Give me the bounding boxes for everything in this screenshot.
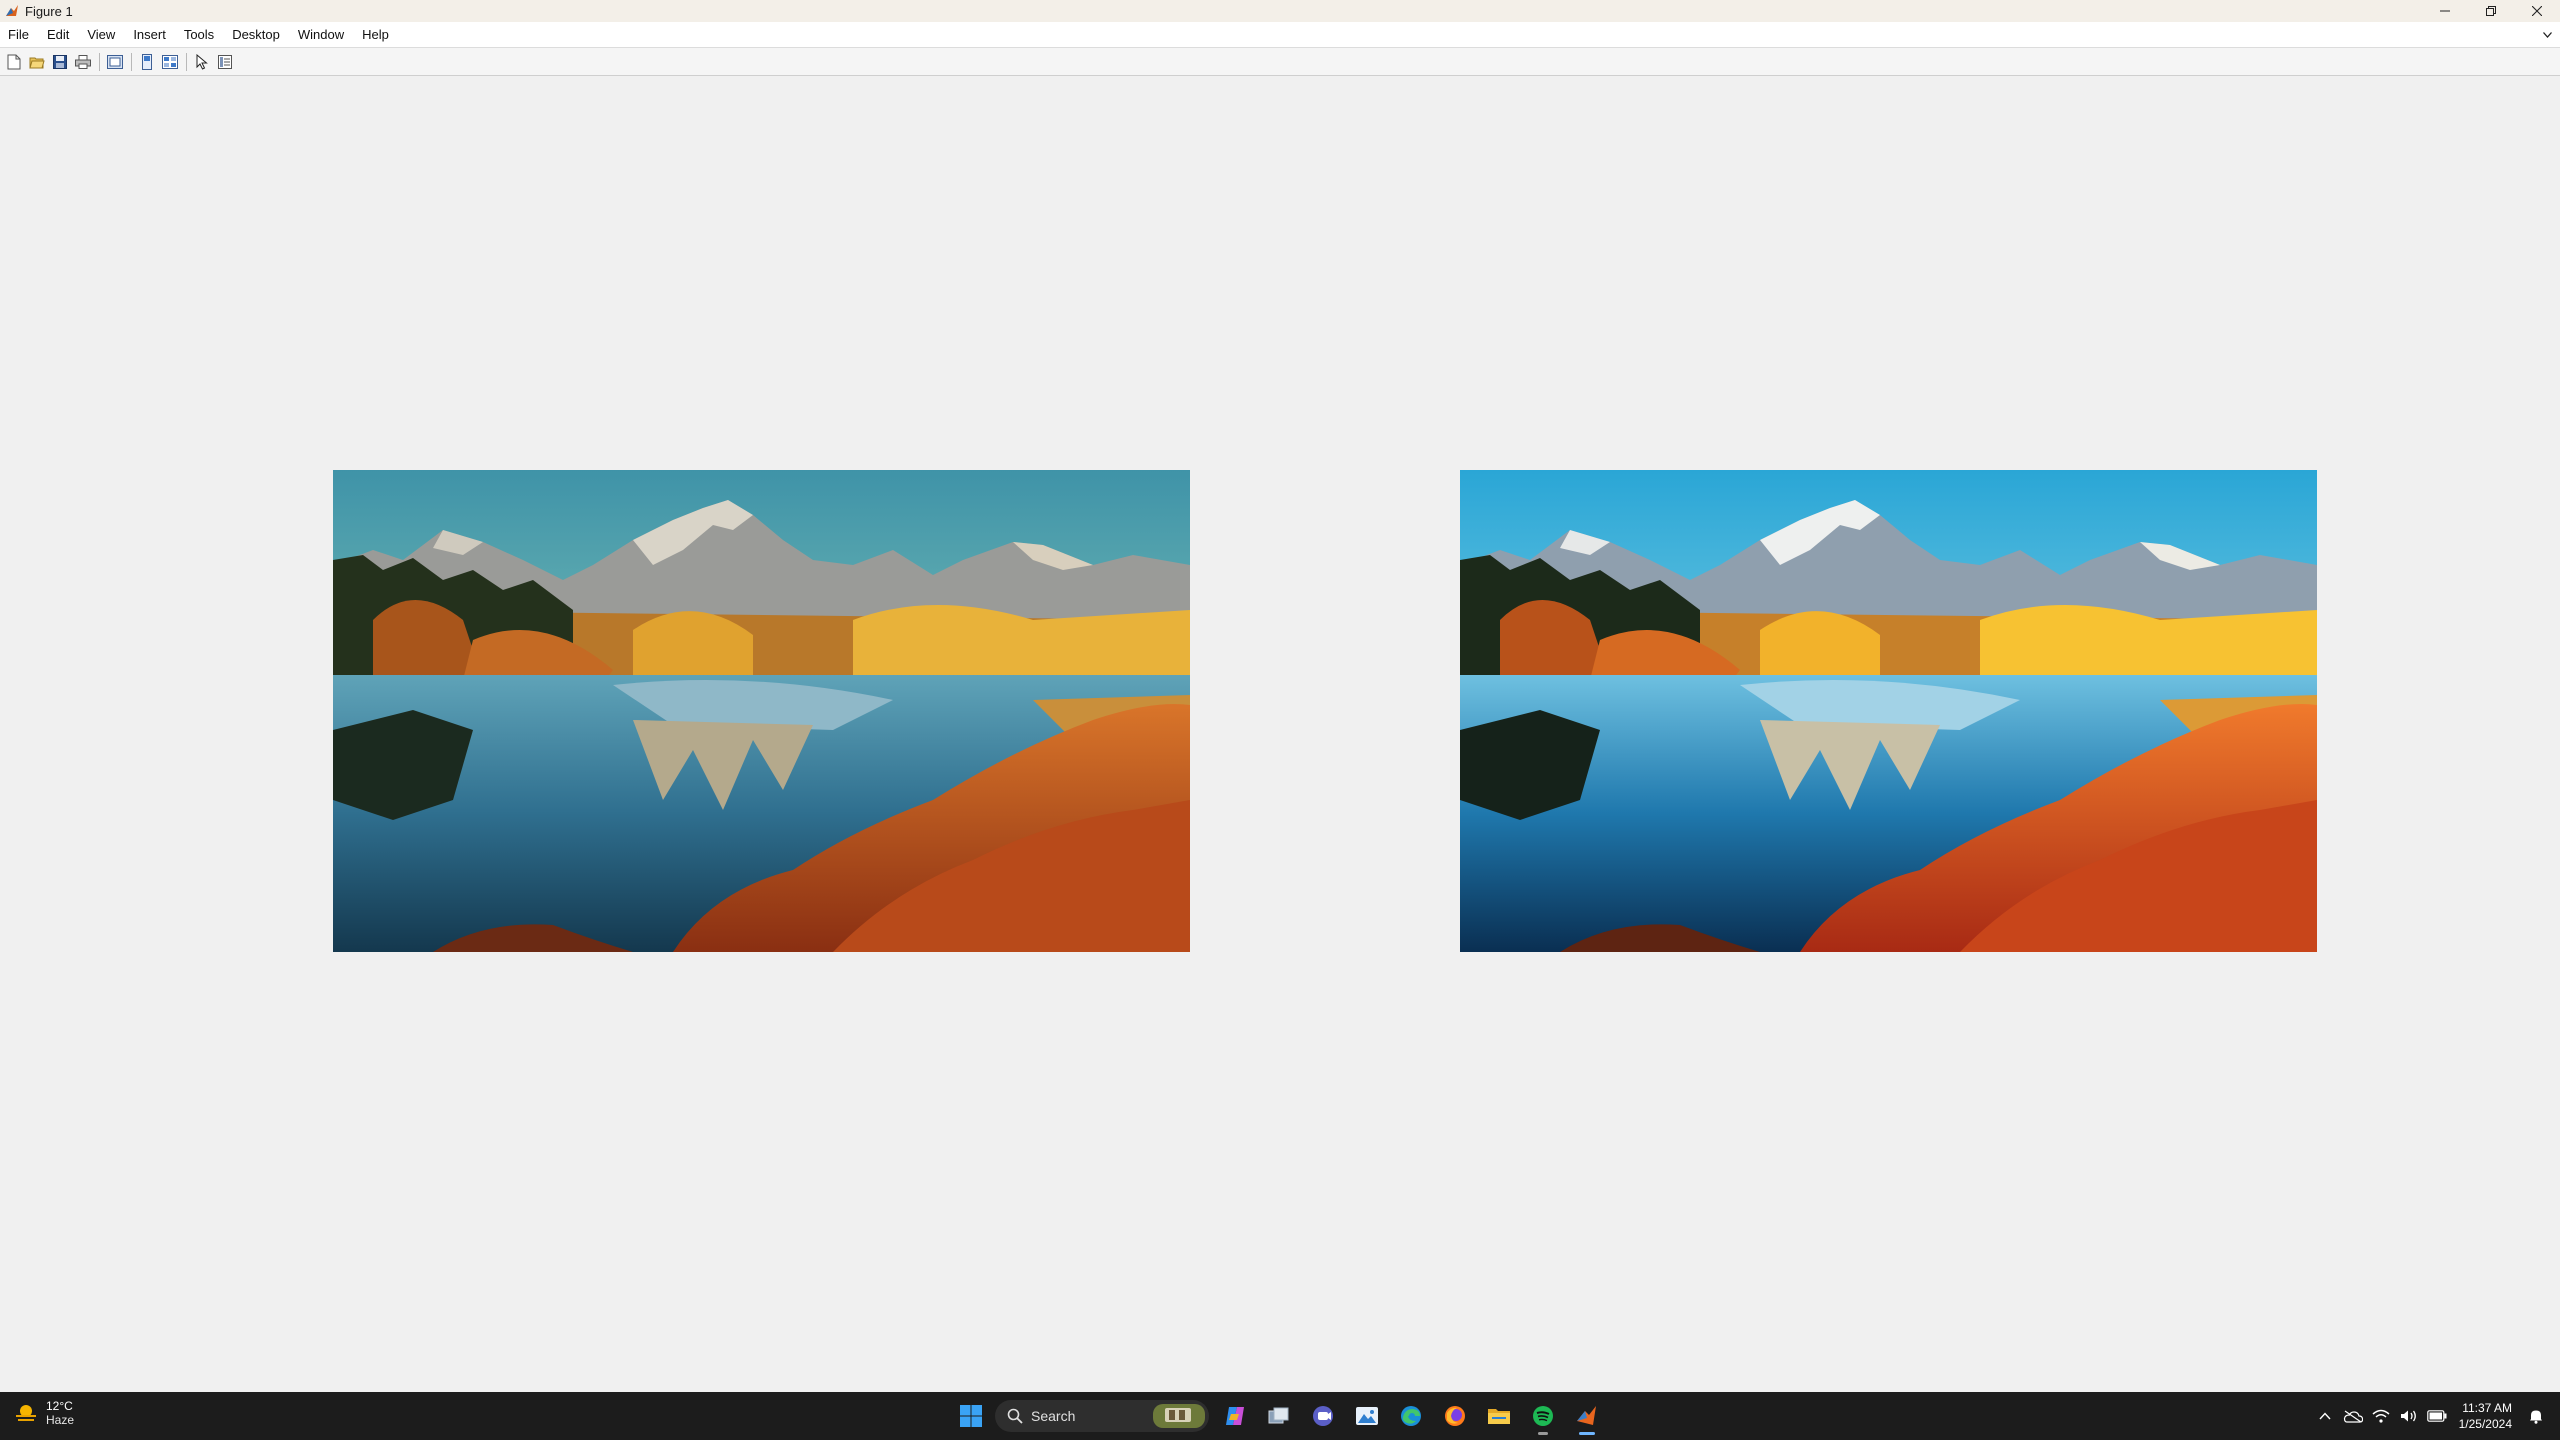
firefox-button[interactable] bbox=[1435, 1396, 1475, 1436]
restore-button[interactable] bbox=[2468, 0, 2514, 22]
weather-haze-icon bbox=[16, 1405, 36, 1421]
edit-plot-button[interactable] bbox=[191, 51, 213, 73]
hide-plot-tools-button[interactable] bbox=[136, 51, 158, 73]
weather-temperature: 12°C bbox=[46, 1399, 73, 1413]
show-plot-tools-button[interactable] bbox=[159, 51, 181, 73]
landscape-picture bbox=[333, 470, 1190, 952]
task-view-button[interactable] bbox=[1259, 1396, 1299, 1436]
close-button[interactable] bbox=[2514, 0, 2560, 22]
landscape-picture bbox=[1460, 470, 2317, 952]
menu-insert[interactable]: Insert bbox=[124, 22, 175, 48]
matlab-figure-icon bbox=[5, 4, 19, 18]
search-icon bbox=[1007, 1408, 1023, 1424]
system-tray: 11:37 AM 1/25/2024 bbox=[2311, 1392, 2560, 1440]
edge-button[interactable] bbox=[1391, 1396, 1431, 1436]
processed-landscape-image[interactable] bbox=[1460, 470, 2317, 952]
restore-icon bbox=[2486, 6, 2496, 16]
photos-icon bbox=[1356, 1407, 1378, 1425]
minimize-button[interactable] bbox=[2422, 0, 2468, 22]
weather-condition: Haze bbox=[46, 1413, 75, 1427]
taskbar-apps: Search bbox=[953, 1396, 1609, 1436]
chevron-down-icon bbox=[2542, 32, 2552, 38]
hide-plot-tools-icon bbox=[142, 53, 152, 70]
menu-tools[interactable]: Tools bbox=[175, 22, 223, 48]
spotify-button[interactable] bbox=[1523, 1396, 1563, 1436]
toolbar-collapse-button[interactable] bbox=[2540, 28, 2554, 42]
clock-date: 1/25/2024 bbox=[2458, 1417, 2512, 1431]
clock[interactable]: 11:37 AM 1/25/2024 bbox=[2459, 1400, 2512, 1432]
start-button[interactable] bbox=[953, 1398, 989, 1434]
teams-button[interactable] bbox=[1303, 1396, 1343, 1436]
open-file-button[interactable] bbox=[26, 51, 48, 73]
window-controls bbox=[2422, 0, 2560, 22]
copilot-icon bbox=[1226, 1407, 1244, 1425]
close-icon bbox=[2532, 6, 2542, 16]
chevron-up-icon bbox=[2319, 1412, 2331, 1420]
matlab-button[interactable] bbox=[1567, 1396, 1607, 1436]
volume-icon bbox=[2400, 1410, 2416, 1422]
link-plot-icon bbox=[107, 54, 123, 69]
toolbar-separator bbox=[99, 52, 100, 71]
battery-button[interactable] bbox=[2423, 1402, 2451, 1430]
save-button[interactable] bbox=[49, 51, 71, 73]
show-hidden-icons-button[interactable] bbox=[2311, 1402, 2339, 1430]
property-inspector-button[interactable] bbox=[214, 51, 236, 73]
link-plot-button[interactable] bbox=[104, 51, 126, 73]
notification-bell-icon bbox=[2530, 1410, 2542, 1424]
menu-edit[interactable]: Edit bbox=[38, 22, 78, 48]
search-highlight-icon bbox=[1153, 1404, 1205, 1428]
menu-file[interactable]: File bbox=[0, 22, 38, 48]
menu-desktop[interactable]: Desktop bbox=[223, 22, 289, 48]
figure-toolbar bbox=[0, 48, 2560, 76]
file-explorer-button[interactable] bbox=[1479, 1396, 1519, 1436]
firefox-icon bbox=[1445, 1406, 1465, 1426]
file-explorer-icon bbox=[1488, 1409, 1510, 1424]
window-title: Figure 1 bbox=[25, 3, 73, 19]
new-figure-button[interactable] bbox=[3, 51, 25, 73]
edge-icon bbox=[1401, 1406, 1421, 1426]
copilot-button[interactable] bbox=[1215, 1396, 1255, 1436]
notification-button[interactable] bbox=[2522, 1402, 2550, 1430]
network-button[interactable] bbox=[2367, 1402, 2395, 1430]
open-file-icon bbox=[29, 57, 45, 68]
matlab-icon bbox=[1577, 1406, 1596, 1425]
onedrive-button[interactable] bbox=[2339, 1402, 2367, 1430]
weather-widget[interactable]: 12°C Haze bbox=[14, 1399, 74, 1427]
toolbar-separator bbox=[186, 52, 187, 71]
teams-icon bbox=[1313, 1406, 1333, 1426]
search-label: Search bbox=[1031, 1408, 1076, 1424]
running-indicator bbox=[1538, 1432, 1548, 1435]
menu-help[interactable]: Help bbox=[353, 22, 398, 48]
print-button[interactable] bbox=[72, 51, 94, 73]
save-icon bbox=[53, 54, 67, 69]
menu-bar: File Edit View Insert Tools Desktop Wind… bbox=[0, 22, 2560, 48]
menu-window[interactable]: Window bbox=[289, 22, 353, 48]
minimize-icon bbox=[2440, 10, 2450, 12]
task-view-icon bbox=[1268, 1407, 1289, 1424]
active-window-indicator bbox=[1579, 1432, 1595, 1435]
taskbar-search-box[interactable]: Search bbox=[995, 1400, 1209, 1432]
spotify-icon bbox=[1533, 1406, 1553, 1426]
print-icon bbox=[75, 54, 91, 69]
show-plot-tools-icon bbox=[162, 54, 178, 69]
title-bar: Figure 1 bbox=[0, 0, 2560, 22]
figure-canvas bbox=[0, 76, 2560, 1392]
taskbar: 12°C Haze Search 11:37 AM 1/25/2024 bbox=[0, 1392, 2560, 1440]
clock-time: 11:37 AM bbox=[2462, 1401, 2512, 1415]
new-figure-icon bbox=[7, 54, 21, 69]
menu-view[interactable]: View bbox=[78, 22, 124, 48]
windows-start-icon bbox=[960, 1405, 982, 1427]
photos-button[interactable] bbox=[1347, 1396, 1387, 1436]
original-landscape-image[interactable] bbox=[333, 470, 1190, 952]
volume-button[interactable] bbox=[2395, 1402, 2423, 1430]
edit-plot-arrow-icon bbox=[196, 53, 208, 70]
onedrive-icon bbox=[2343, 1410, 2363, 1423]
toolbar-separator bbox=[131, 52, 132, 71]
property-inspector-icon bbox=[218, 54, 232, 69]
wifi-icon bbox=[2372, 1409, 2390, 1423]
battery-icon bbox=[2426, 1410, 2447, 1422]
